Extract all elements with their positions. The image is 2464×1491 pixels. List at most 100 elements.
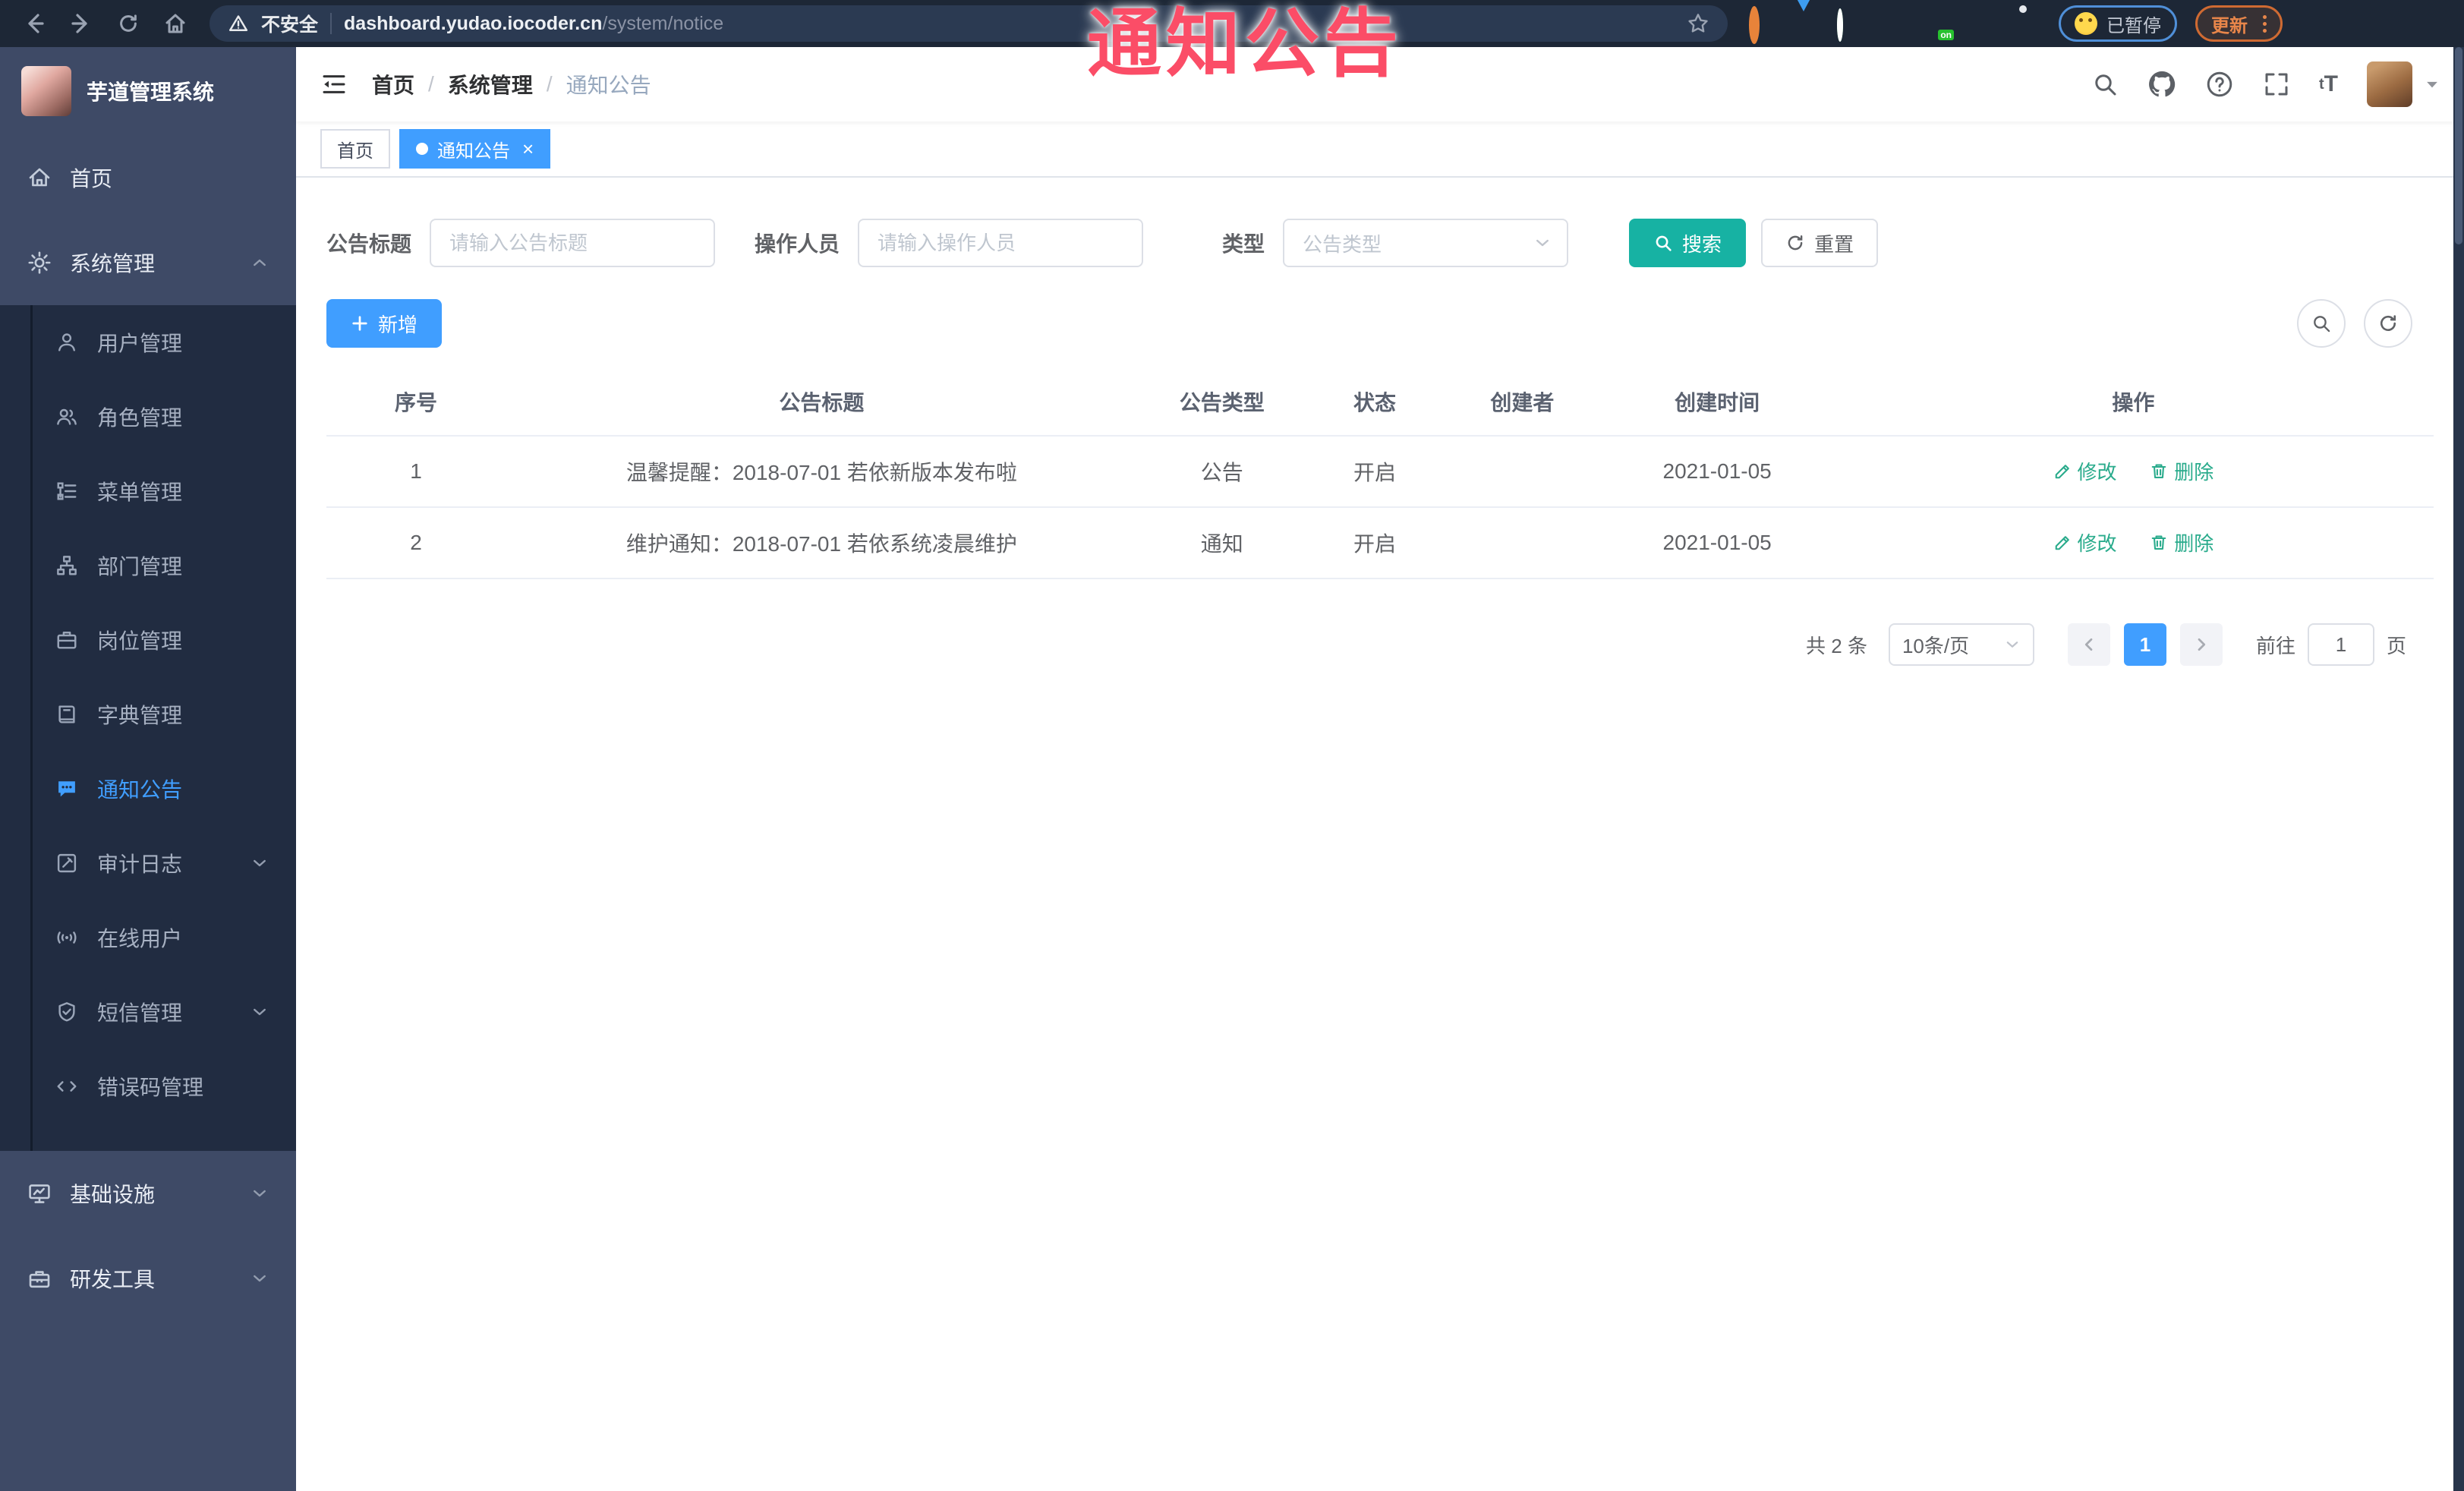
- cell-created: 2021-01-05: [1601, 507, 1833, 579]
- sidebar-item-departments[interactable]: 部门管理: [0, 528, 296, 603]
- browser-toolbar: 不安全 dashboard.yudao.iocoder.cn/system/no…: [0, 0, 2464, 47]
- page-unit-label: 页: [2386, 634, 2406, 657]
- delete-link[interactable]: 删除: [2150, 528, 2214, 556]
- sidebar-collapse-icon[interactable]: [320, 71, 348, 98]
- app-logo-row[interactable]: 芋道管理系统: [0, 47, 296, 135]
- browser-home-icon[interactable]: [156, 5, 194, 43]
- browser-reload-icon[interactable]: [109, 5, 147, 43]
- total-count: 共 2 条: [1806, 634, 1867, 657]
- reset-button[interactable]: 重置: [1761, 219, 1879, 267]
- shield-check-icon: [55, 1000, 79, 1024]
- cell-actions: 修改 删除: [1832, 436, 2434, 508]
- plus-icon: [351, 314, 369, 333]
- col-title: 公告标题: [505, 367, 1138, 437]
- notice-type-select[interactable]: 公告类型: [1283, 219, 1569, 267]
- menu-tree-icon: [55, 479, 79, 503]
- browser-forward-icon[interactable]: [62, 5, 100, 43]
- page-scrollbar[interactable]: [2453, 47, 2464, 1491]
- delete-link[interactable]: 删除: [2150, 457, 2214, 485]
- sidebar-item-menus[interactable]: 菜单管理: [0, 454, 296, 528]
- cell-creator: [1443, 507, 1602, 579]
- browser-profile-chip[interactable]: 已暂停: [2059, 5, 2177, 42]
- help-icon[interactable]: [2205, 70, 2234, 99]
- browser-update-button[interactable]: 更新: [2195, 5, 2283, 42]
- sidebar-item-error-codes[interactable]: 错误码管理: [0, 1049, 296, 1124]
- address-bar[interactable]: 不安全 dashboard.yudao.iocoder.cn/system/no…: [210, 5, 1728, 42]
- sidebar-item-infra[interactable]: 基础设施: [0, 1151, 296, 1236]
- cell-status: 开启: [1306, 436, 1444, 508]
- tag-home[interactable]: 首页: [320, 129, 390, 169]
- extension-diamond-icon[interactable]: [1881, 11, 1905, 36]
- sidebar-item-online-users[interactable]: 在线用户: [0, 900, 296, 975]
- sidebar-item-home[interactable]: 首页: [0, 135, 296, 220]
- sidebar-item-sms[interactable]: 短信管理: [0, 975, 296, 1049]
- breadcrumb-current: 通知公告: [566, 74, 651, 97]
- refresh-table-button[interactable]: [2364, 299, 2412, 348]
- online-users-icon: [55, 925, 79, 950]
- page-number-current[interactable]: 1: [2123, 623, 2166, 666]
- extension-donut-icon[interactable]: [1749, 6, 1773, 44]
- cell-status: 开启: [1306, 507, 1444, 579]
- edit-link[interactable]: 修改: [2053, 528, 2117, 556]
- font-size-icon[interactable]: tT: [2319, 71, 2338, 97]
- search-icon: [1653, 233, 1673, 253]
- page-navbar: 首页 / 系统管理 / 通知公告 tT: [296, 47, 2464, 121]
- sidebar-item-dicts[interactable]: 字典管理: [0, 677, 296, 752]
- update-label: 更新: [2211, 15, 2248, 36]
- browser-back-icon[interactable]: [15, 5, 53, 43]
- sidebar-item-system[interactable]: 系统管理: [0, 220, 296, 305]
- goto-page-input[interactable]: [2307, 623, 2374, 666]
- operator-input[interactable]: [858, 219, 1144, 267]
- notice-title-input[interactable]: [430, 219, 716, 267]
- extension-switch-icon[interactable]: on: [1925, 11, 1954, 40]
- col-no: 序号: [326, 367, 506, 437]
- breadcrumb-home[interactable]: 首页: [372, 69, 414, 99]
- tag-close-icon[interactable]: ×: [522, 139, 534, 159]
- active-tag-dot: [416, 143, 428, 155]
- search-button[interactable]: 搜索: [1629, 219, 1747, 267]
- extensions-puzzle-icon[interactable]: [2013, 11, 2037, 36]
- trash-icon: [2150, 462, 2168, 481]
- profile-paused-label: 已暂停: [2106, 15, 2161, 36]
- caret-down-icon: [2425, 77, 2440, 92]
- prev-page-button[interactable]: [2067, 623, 2110, 666]
- sidebar-item-posts[interactable]: 岗位管理: [0, 603, 296, 677]
- refresh-icon: [2377, 313, 2399, 334]
- browser-menu-icon[interactable]: [2263, 14, 2267, 33]
- cell-title: 维护通知：2018-07-01 若依系统凌晨维护: [505, 507, 1138, 579]
- user-menu[interactable]: [2367, 61, 2440, 107]
- chevron-down-icon: [250, 1003, 269, 1021]
- next-page-button[interactable]: [2179, 623, 2223, 666]
- sidebar-item-dev-tools[interactable]: 研发工具: [0, 1236, 296, 1321]
- pagination: 共 2 条 10条/页 1 前往 页: [326, 623, 2434, 666]
- toggle-search-button[interactable]: [2297, 299, 2346, 348]
- app-logo-avatar: [21, 66, 71, 116]
- edit-link[interactable]: 修改: [2053, 457, 2117, 485]
- book-icon: [55, 702, 79, 727]
- breadcrumb-system[interactable]: 系统管理: [448, 69, 533, 99]
- tag-notices[interactable]: 通知公告 ×: [399, 129, 551, 169]
- notice-title-label: 公告标题: [326, 232, 412, 256]
- sidebar-item-users[interactable]: 用户管理: [0, 305, 296, 380]
- sidebar-item-roles[interactable]: 角色管理: [0, 380, 296, 454]
- gear-icon: [27, 251, 52, 275]
- extension-sprout-icon[interactable]: [1969, 11, 1993, 36]
- search-icon[interactable]: [2091, 71, 2119, 98]
- extension-pin-icon[interactable]: [1793, 0, 1817, 39]
- cell-creator: [1443, 436, 1602, 508]
- fullscreen-icon[interactable]: [2263, 71, 2290, 98]
- bookmark-star-icon[interactable]: [1687, 12, 1709, 35]
- extension-green-circle-icon[interactable]: [1837, 8, 1861, 42]
- sidebar-item-notices[interactable]: 通知公告: [0, 752, 296, 826]
- refresh-icon: [1785, 233, 1805, 253]
- briefcase-icon: [55, 628, 79, 652]
- sidebar-item-audit-log[interactable]: 审计日志: [0, 826, 296, 900]
- page-size-select[interactable]: 10条/页: [1888, 623, 2034, 666]
- breadcrumb: 首页 / 系统管理 / 通知公告: [372, 69, 651, 99]
- address-separator: [330, 13, 332, 34]
- cell-no: 2: [326, 507, 506, 579]
- goto-label: 前往: [2255, 634, 2295, 657]
- add-button[interactable]: 新增: [326, 299, 443, 348]
- table-row: 2 维护通知：2018-07-01 若依系统凌晨维护 通知 开启 2021-01…: [326, 507, 2434, 579]
- github-icon[interactable]: [2147, 70, 2176, 99]
